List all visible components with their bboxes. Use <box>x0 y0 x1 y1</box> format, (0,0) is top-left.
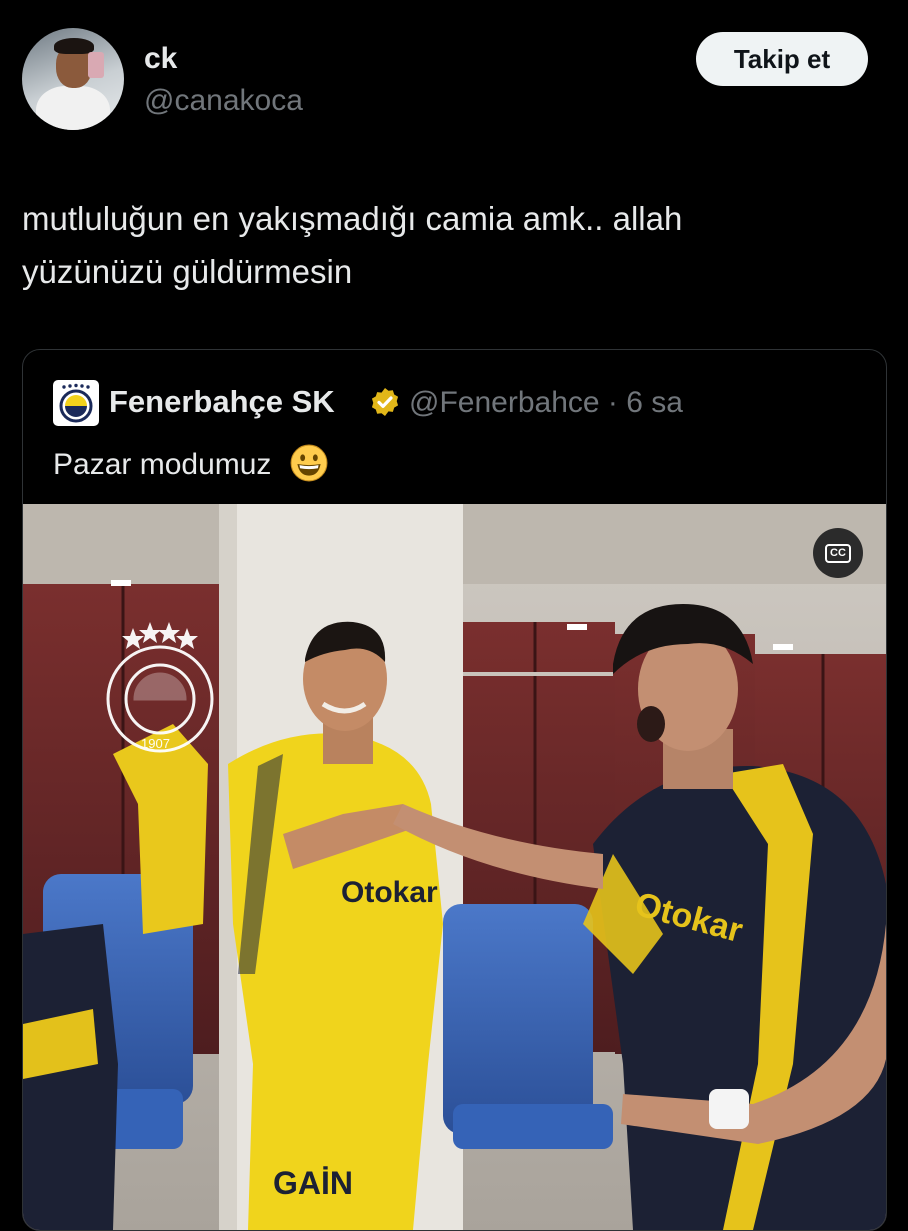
closed-captions-button[interactable]: CC <box>813 528 863 578</box>
video-frame: Otokar GAİN Otokar 1907 <box>23 504 886 1230</box>
quoted-avatar[interactable] <box>53 380 99 426</box>
tweet-text: mutluluğun en yakışmadığı camia amk.. al… <box>22 200 683 290</box>
author-display-name[interactable]: ck <box>144 42 177 76</box>
quoted-display-name[interactable]: Fenerbahçe SK <box>109 384 335 420</box>
author-handle[interactable]: @canakoca <box>144 84 303 118</box>
quoted-text: Pazar modumuz <box>53 444 328 482</box>
quoted-tweet[interactable]: Fenerbahçe SK @Fenerbahce · 6 sa Pazar m… <box>22 349 887 1231</box>
follow-button[interactable]: Takip et <box>696 32 868 86</box>
svg-text:Otokar: Otokar <box>341 876 438 909</box>
avatar-hair <box>54 38 94 54</box>
avatar-phone <box>88 52 104 78</box>
quoted-handle-time: @Fenerbahce · 6 sa <box>409 386 683 419</box>
fenerbahce-logo-icon <box>59 383 93 423</box>
cc-icon: CC <box>825 543 851 563</box>
grinning-face-icon <box>290 444 328 482</box>
verified-badge-icon <box>371 388 399 416</box>
avatar-shirt <box>36 86 110 130</box>
quoted-text-content: Pazar modumuz <box>53 448 272 481</box>
author-avatar[interactable] <box>22 28 124 130</box>
svg-text:1907: 1907 <box>141 736 170 751</box>
video-player[interactable]: Otokar GAİN Otokar 1907 CC <box>23 504 886 1230</box>
svg-text:GAİN: GAİN <box>273 1165 353 1201</box>
